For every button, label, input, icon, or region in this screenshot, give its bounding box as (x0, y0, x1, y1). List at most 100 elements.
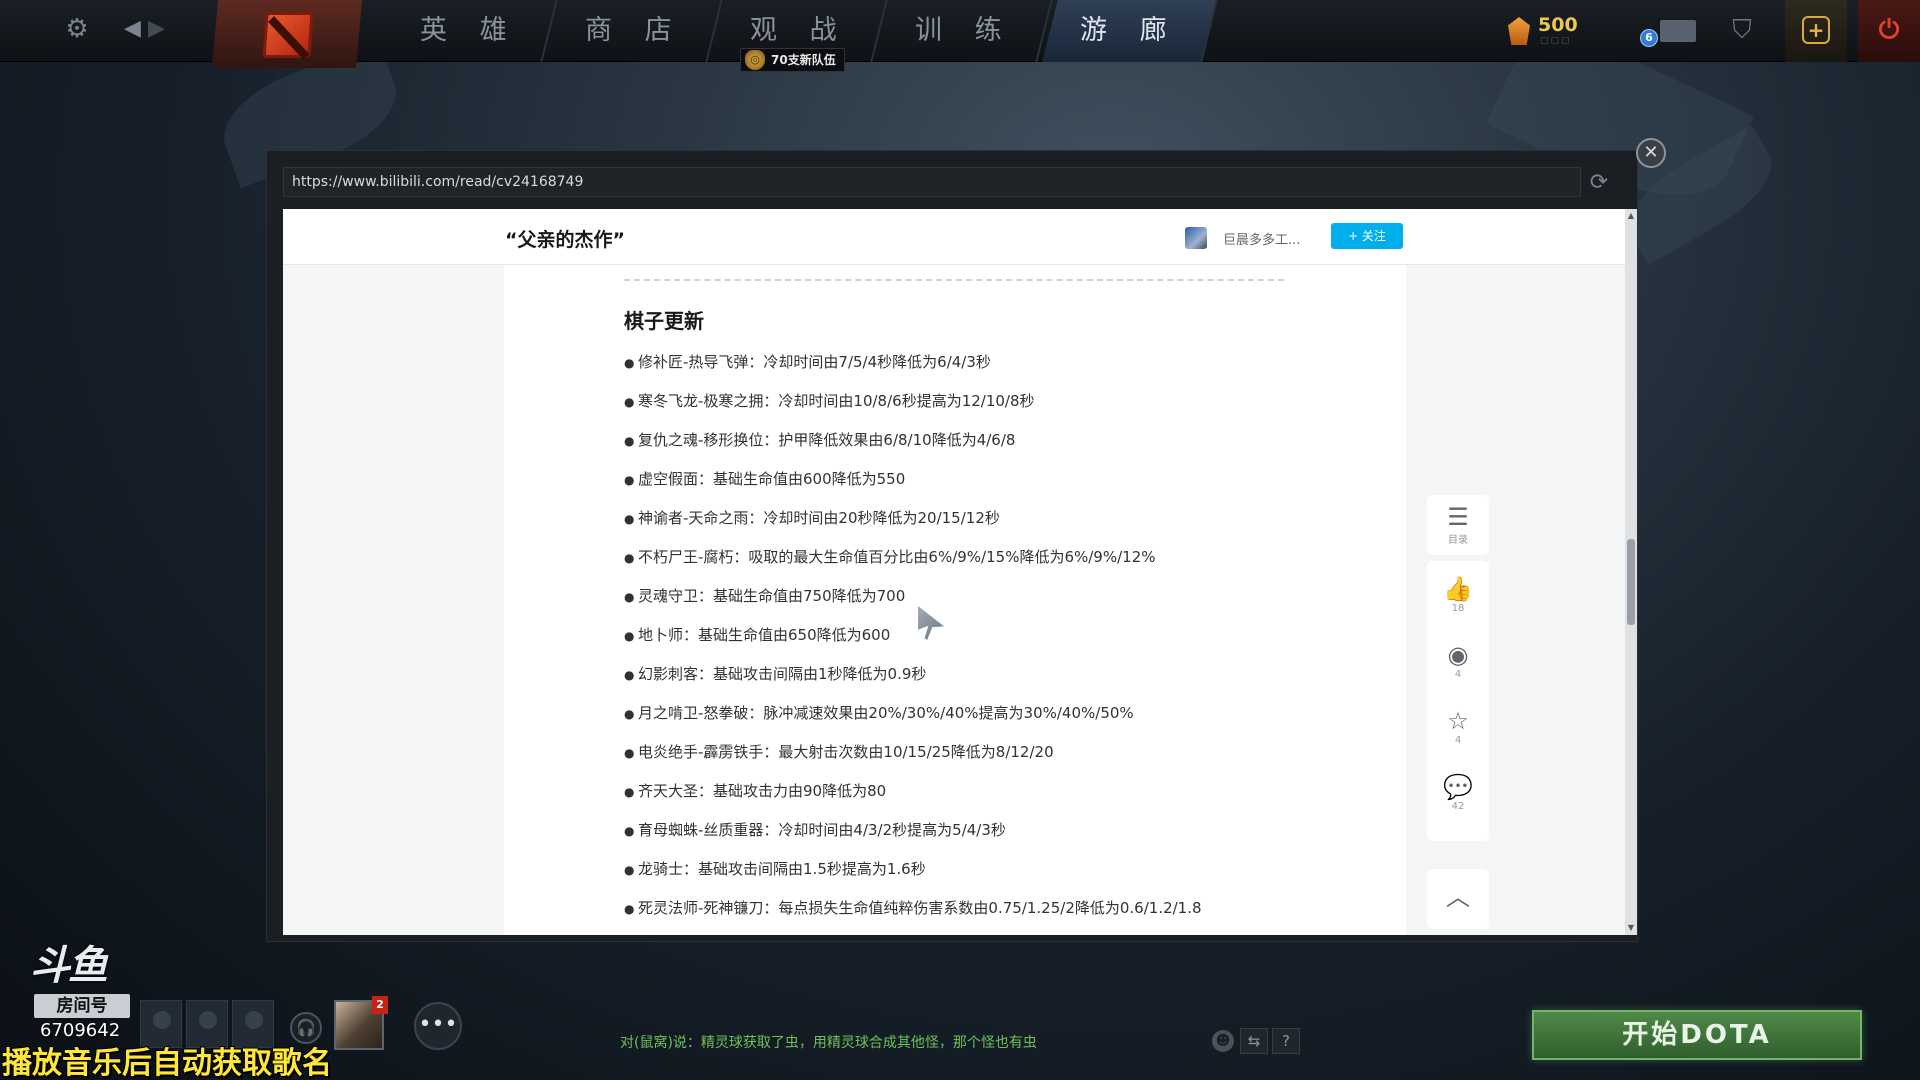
comment-icon: 💬 (1443, 773, 1473, 801)
top-navigation-bar: ⚙ ◀ ▶ 英 雄 商 店 观 战 训 练 游 廊 500 ▢▢▢ 6 ⛉ + … (0, 0, 1920, 68)
follow-button[interactable]: + 关注 (1331, 223, 1403, 249)
list-item-text: 地卜师：基础生命值由650降低为600 (638, 626, 891, 644)
back-to-top-panel: ︿ (1427, 869, 1489, 929)
help-button[interactable]: ? (1272, 1028, 1300, 1054)
dota-plus-icon: + (1802, 16, 1830, 44)
list-item-text: 不朽尸王-腐朽：吸取的最大生命值百分比由6%/9%/15%降低为6%/9%/12… (638, 548, 1156, 566)
favorite-count: 4 (1454, 735, 1462, 746)
scroll-thumb[interactable] (1627, 539, 1635, 625)
list-item: ● 复仇之魂-移形换位：护甲降低效果由6/8/10降低为4/6/8 (624, 429, 1015, 450)
bullet-icon: ● (624, 902, 635, 916)
chat-channel-icon[interactable]: ⇆ (1240, 1028, 1268, 1054)
coin-icon: ◉ (1447, 641, 1469, 669)
tab-learn[interactable]: 训 练 (877, 0, 1053, 62)
toc-panel: ☰ 目录 (1427, 495, 1489, 555)
forward-arrow-icon[interactable]: ▶ (148, 14, 170, 44)
toc-label: 目录 (1448, 535, 1468, 546)
list-item-text: 幻影刺客：基础攻击间隔由1秒降低为0.9秒 (638, 665, 927, 683)
coin-count: 4 (1454, 669, 1462, 680)
tab-arcade[interactable]: 游 廊 (1042, 0, 1218, 62)
bullet-icon: ● (624, 551, 635, 565)
back-arrow-icon[interactable]: ◀ (124, 14, 146, 44)
tab-label: 商 店 (584, 15, 684, 46)
close-browser-button[interactable]: ✕ (1636, 138, 1666, 168)
bullet-icon: ● (624, 512, 635, 526)
list-item: ● 神谕者-天命之雨：冷却时间由20秒降低为20/15/12秒 (624, 507, 1000, 528)
bullet-icon: ● (624, 707, 635, 721)
list-item: ● 幻影刺客：基础攻击间隔由1秒降低为0.9秒 (624, 663, 926, 684)
list-item-text: 死灵法师-死神镰刀：每点损失生命值纯粹伤害系数由0.75/1.25/2降低为0.… (638, 899, 1202, 917)
shards-count[interactable]: 500 (1538, 14, 1578, 36)
bullet-icon: ● (624, 434, 635, 448)
inbox-icon[interactable] (1660, 20, 1696, 42)
section-divider (624, 279, 1284, 281)
list-item: ● 育母蜘蛛-丝质重器：冷却时间由4/3/2秒提高为5/4/3秒 (624, 819, 1006, 840)
refresh-icon[interactable]: ⟳ (1585, 169, 1613, 197)
section-title: 棋子更新 (624, 309, 704, 333)
bullet-icon: ● (624, 590, 635, 604)
dota-logo-button[interactable] (212, 0, 362, 68)
list-item-text: 育母蜘蛛-丝质重器：冷却时间由4/3/2秒提高为5/4/3秒 (638, 821, 1006, 839)
scroll-down-arrow-icon[interactable]: ▼ (1625, 921, 1637, 935)
new-teams-badge[interactable]: ◎ 70支新队伍 (740, 48, 845, 72)
shards-icon (1508, 17, 1530, 45)
toc-button[interactable]: ☰ 目录 (1427, 503, 1489, 546)
article-content: 棋子更新 ● 修补匠-热导飞弹：冷却时间由7/5/4秒降低为6/4/3秒 ● 寒冬飞… (504, 265, 1406, 935)
embedded-browser-window: https://www.bilibili.com/read/cv24168749… (266, 150, 1638, 942)
tab-label: 训 练 (914, 15, 1014, 46)
list-item-text: 龙骑士：基础攻击间隔由1.5秒提高为1.6秒 (638, 860, 926, 878)
bullet-icon: ● (624, 473, 635, 487)
bullet-icon: ● (624, 746, 635, 760)
list-item: ● 死灵法师-死神镰刀：每点损失生命值纯粹伤害系数由0.75/1.25/2降低为0… (624, 897, 1202, 918)
author-name[interactable]: 巨晨多多工... (1223, 229, 1300, 248)
list-item-text: 月之啃卫-怒拳破：脉冲减速效果由20%/30%/40%提高为30%/40%/50… (638, 704, 1134, 722)
list-item-text: 修补匠-热导飞弹：冷却时间由7/5/4秒降低为6/4/3秒 (638, 353, 991, 371)
settings-gear-icon[interactable]: ⚙ (62, 14, 92, 44)
armory-icon[interactable]: ⛉ (1727, 14, 1757, 46)
scroll-up-arrow-icon[interactable]: ▲ (1625, 209, 1637, 223)
bullet-icon: ● (624, 356, 635, 370)
list-item: ● 电炎绝手-霹雳铁手：最大射击次数由10/15/25降低为8/12/20 (624, 741, 1054, 762)
chat-wheel-icon[interactable]: ••• (414, 1002, 462, 1050)
tab-label: 游 廊 (1079, 15, 1179, 46)
list-item-text: 电炎绝手-霹雳铁手：最大射击次数由10/15/25降低为8/12/20 (638, 743, 1054, 761)
tab-label: 英 雄 (419, 15, 519, 46)
comment-count: 42 (1451, 801, 1465, 812)
list-item: ● 灵魂守卫：基础生命值由750降低为700 (624, 585, 905, 606)
room-label: 房间号 (34, 994, 130, 1018)
douyu-logo: 斗鱼 (30, 943, 108, 989)
bullet-icon: ● (624, 863, 635, 877)
list-item: ● 不朽尸王-腐朽：吸取的最大生命值百分比由6%/9%/15%降低为6%/9%/1… (624, 546, 1156, 567)
new-teams-label: 70支新队伍 (771, 53, 836, 67)
emoji-icon[interactable]: ☻ (1212, 1030, 1234, 1052)
article-header: “父亲的杰作” 巨晨多多工... + 关注 (283, 209, 1625, 265)
toc-icon: ☰ (1447, 503, 1469, 531)
page-scrollbar[interactable]: ▲ ▼ (1625, 209, 1637, 935)
back-to-top-button[interactable]: ︿ (1427, 883, 1489, 911)
stream-overlay-caption: 播放音乐后自动获取歌名 (2, 1046, 332, 1080)
list-item-text: 寒冬飞龙-极寒之拥：冷却时间由10/8/6秒提高为12/10/8秒 (638, 392, 1035, 410)
like-button[interactable]: 👍 18 (1427, 575, 1489, 614)
notification-badge: 2 (372, 996, 388, 1014)
comment-button[interactable]: 💬 42 (1427, 773, 1489, 812)
list-item: ● 龙骑士：基础攻击间隔由1.5秒提高为1.6秒 (624, 858, 926, 879)
team-shield-icon: ◎ (745, 50, 765, 70)
list-item-text: 灵魂守卫：基础生命值由750降低为700 (638, 587, 906, 605)
bullet-icon: ● (624, 824, 635, 838)
quit-button[interactable]: ⏻ (1858, 0, 1920, 62)
list-item-text: 复仇之魂-移形换位：护甲降低效果由6/8/10降低为4/6/8 (638, 431, 1016, 449)
list-item-text: 神谕者-天命之雨：冷却时间由20秒降低为20/15/12秒 (638, 509, 1000, 527)
dota-plus-button[interactable]: + (1785, 0, 1847, 62)
coin-button[interactable]: ◉ 4 (1427, 641, 1489, 680)
like-count: 18 (1451, 603, 1465, 614)
favorite-button[interactable]: ☆ 4 (1427, 707, 1489, 746)
tab-heroes[interactable]: 英 雄 (382, 0, 558, 62)
chat-message: 对(鼠窝)说：精灵球获取了虫，用精灵球合成其他怪，那个怪也有虫 (620, 1035, 1037, 1051)
play-dota-button[interactable]: 开始DOTA (1532, 1010, 1862, 1060)
tab-store[interactable]: 商 店 (547, 0, 723, 62)
list-item-text: 齐天大圣：基础攻击力由90降低为80 (638, 782, 887, 800)
author-avatar[interactable] (1185, 227, 1207, 249)
inbox-count-badge: 6 (1640, 29, 1658, 47)
url-bar[interactable]: https://www.bilibili.com/read/cv24168749 (283, 167, 1581, 197)
list-item-text: 虚空假面：基础生命值由600降低为550 (638, 470, 906, 488)
